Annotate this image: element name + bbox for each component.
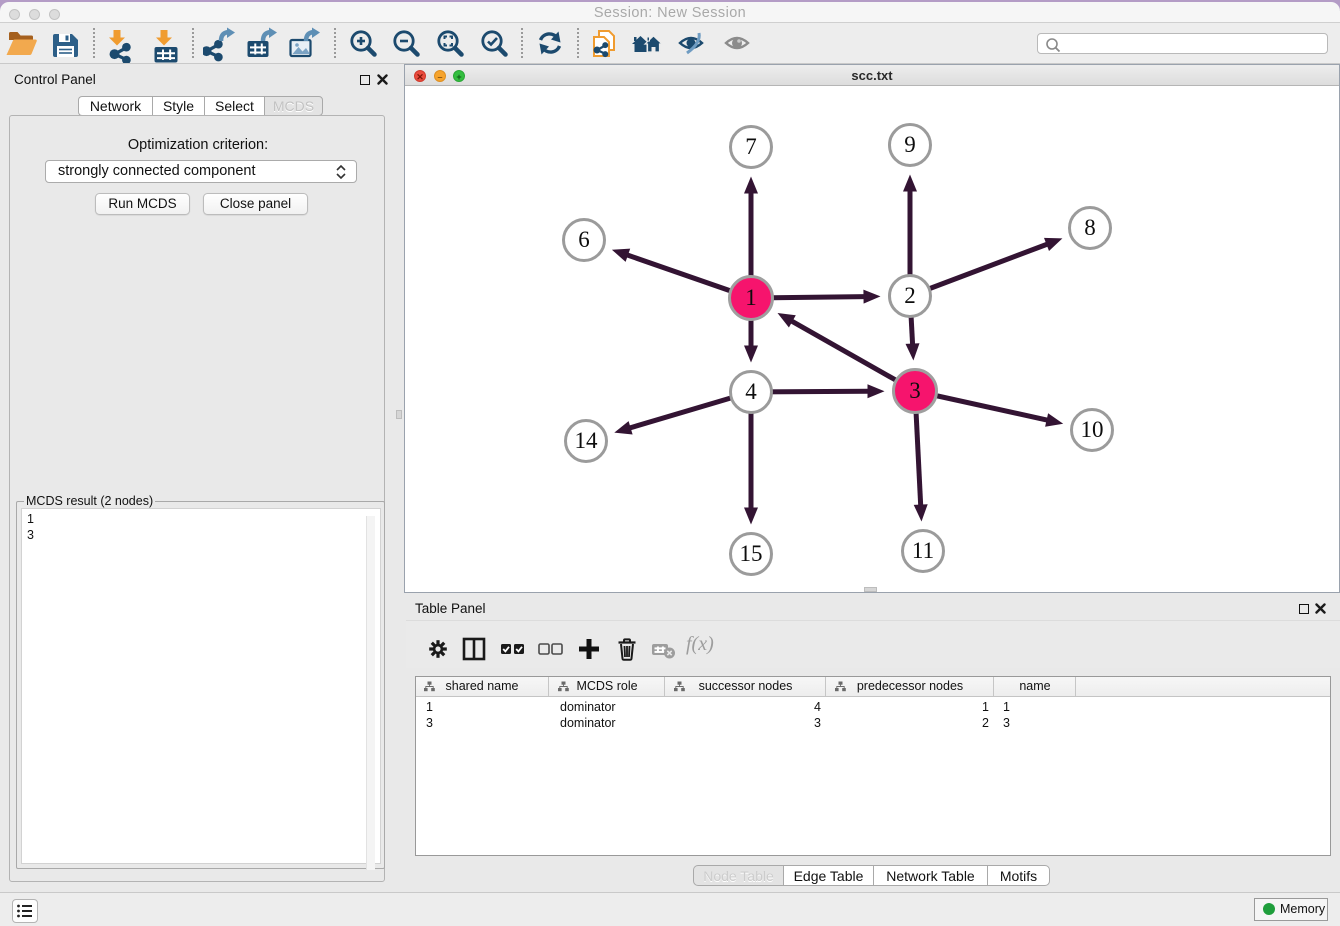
svg-text:14: 14 — [575, 428, 599, 453]
svg-text:10: 10 — [1081, 417, 1104, 442]
svg-text:9: 9 — [904, 132, 916, 157]
svg-text:3: 3 — [909, 378, 921, 403]
svg-text:6: 6 — [578, 227, 590, 252]
svg-text:1: 1 — [745, 285, 757, 310]
svg-text:15: 15 — [740, 541, 763, 566]
svg-text:11: 11 — [912, 538, 934, 563]
svg-text:8: 8 — [1084, 215, 1096, 240]
svg-text:2: 2 — [904, 283, 916, 308]
svg-text:4: 4 — [745, 379, 757, 404]
svg-text:7: 7 — [745, 134, 757, 159]
